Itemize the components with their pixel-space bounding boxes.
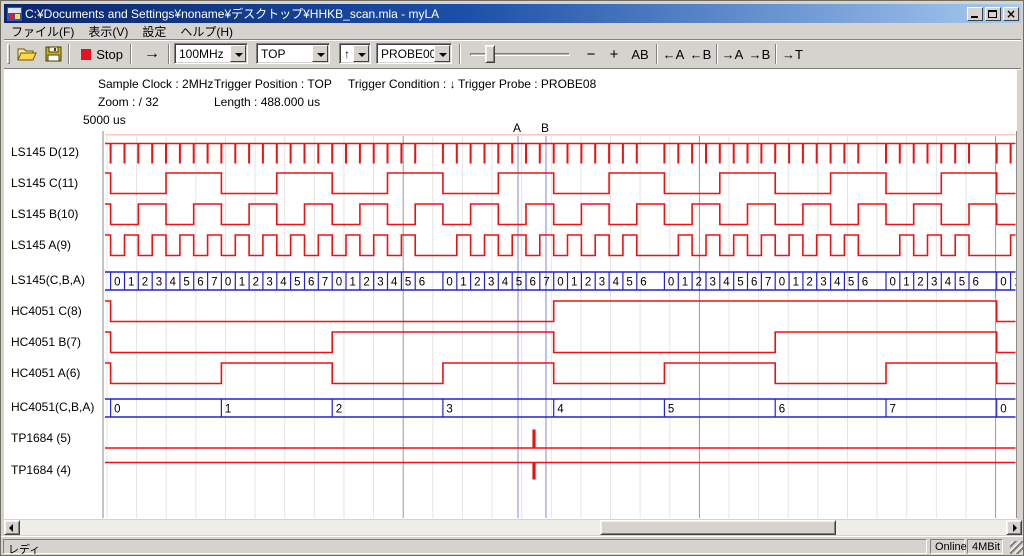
chevron-down-icon[interactable] — [230, 45, 246, 62]
menu-help[interactable]: ヘルプ(H) — [173, 22, 240, 41]
save-button[interactable] — [42, 43, 64, 65]
marker-a-label[interactable]: A — [513, 121, 521, 135]
zoom-info: Zoom : / 32 — [98, 95, 159, 109]
trigger-condition-info: Trigger Condition : ↓ — [348, 77, 456, 91]
signal-label-2[interactable]: LS145 B(10) — [11, 207, 78, 221]
stop-icon — [81, 49, 91, 60]
menu-bar: ファイル(F) 表示(V) 設定 ヘルプ(H) — [4, 23, 1021, 40]
zoom-out-button[interactable]: − — [582, 43, 600, 65]
zoom-slider-thumb[interactable] — [485, 45, 495, 63]
menu-file[interactable]: ファイル(F) — [4, 22, 81, 41]
scroll-left-button[interactable] — [4, 520, 20, 535]
app-icon — [7, 7, 22, 21]
status-message-panel: レディ — [3, 539, 927, 554]
toolbar-separator — [68, 44, 70, 64]
window-title: C:¥Documents and Settings¥noname¥デスクトップ¥… — [25, 5, 965, 22]
signal-label-3[interactable]: LS145 A(9) — [11, 238, 71, 252]
close-button[interactable]: × — [1003, 7, 1019, 21]
minimize-button[interactable] — [967, 7, 983, 21]
trigger-position-combo[interactable]: TOP — [256, 43, 330, 64]
scroll-right-button[interactable] — [1006, 520, 1022, 535]
stop-button[interactable]: Stop — [78, 43, 126, 65]
signal-label-8[interactable]: HC4051(C,B,A) — [11, 400, 94, 414]
toolbar: Stop → 100MHz TOP ↑ PROBE00 − + AB ←A ←B — [4, 41, 1021, 69]
trigger-probe-info: Trigger Probe : PROBE08 — [458, 77, 596, 91]
status-capacity-panel: 4MBit — [967, 539, 1003, 554]
app-window: C:¥Documents and Settings¥noname¥デスクトップ¥… — [0, 0, 1024, 556]
menu-view[interactable]: 表示(V) — [81, 22, 135, 41]
open-folder-icon — [17, 46, 37, 62]
goto-b-next-button[interactable]: →B — [747, 43, 772, 65]
goto-trigger-button[interactable]: →T — [780, 43, 805, 65]
signal-label-10[interactable]: TP1684 (4) — [11, 463, 71, 477]
signal-label-9[interactable]: TP1684 (5) — [11, 431, 71, 445]
arrow-left-icon — [9, 524, 13, 532]
chevron-down-icon[interactable] — [353, 45, 369, 62]
stop-label: Stop — [96, 47, 123, 62]
goto-b-prev-button[interactable]: ←B — [688, 43, 713, 65]
maximize-button[interactable] — [985, 7, 1001, 21]
signal-label-7[interactable]: HC4051 A(6) — [11, 366, 80, 380]
status-ready-text: レディ — [8, 544, 40, 556]
signal-label-6[interactable]: HC4051 B(7) — [11, 335, 81, 349]
scrollbar-thumb[interactable] — [600, 520, 836, 535]
chevron-down-icon[interactable] — [434, 45, 450, 62]
status-bar: レディ Online 4MBit — [1, 536, 1024, 554]
toolbar-separator — [168, 44, 170, 64]
time-per-div-label: 5000 us — [83, 113, 126, 127]
zoom-in-button[interactable]: + — [605, 43, 623, 65]
toolbar-separator — [459, 44, 461, 64]
trigger-position-value: TOP — [261, 47, 285, 61]
toolbar-separator — [656, 44, 658, 64]
marker-b-label[interactable]: B — [541, 121, 549, 135]
toolbar-separator — [130, 44, 132, 64]
toolbar-separator — [775, 44, 777, 64]
length-info: Length : 488.000 us — [214, 95, 320, 109]
open-button[interactable] — [16, 43, 38, 65]
signal-label-4[interactable]: LS145(C,B,A) — [11, 273, 85, 287]
sample-clock-info: Sample Clock : 2MHz — [98, 77, 213, 91]
signal-label-5[interactable]: HC4051 C(8) — [11, 304, 82, 318]
resize-grip[interactable] — [1010, 541, 1023, 554]
status-online-panel: Online — [930, 539, 965, 554]
waveform-client-area — [4, 70, 1017, 519]
goto-a-next-button[interactable]: →A — [720, 43, 745, 65]
trigger-probe-value: PROBE00 — [381, 47, 436, 61]
trigger-probe-combo[interactable]: PROBE00 — [376, 43, 452, 64]
trigger-edge-value: ↑ — [344, 47, 350, 61]
trigger-edge-combo[interactable]: ↑ — [339, 43, 371, 64]
signal-label-1[interactable]: LS145 C(11) — [11, 176, 78, 190]
trigger-position-info: Trigger Position : TOP — [214, 77, 332, 91]
title-bar[interactable]: C:¥Documents and Settings¥noname¥デスクトップ¥… — [4, 4, 1021, 23]
close-icon: × — [1004, 7, 1018, 21]
toolbar-separator — [716, 44, 718, 64]
minimize-icon — [971, 16, 978, 18]
horizontal-scrollbar[interactable] — [4, 520, 1022, 535]
run-button[interactable]: → — [138, 43, 166, 65]
signal-label-0[interactable]: LS145 D(12) — [11, 145, 79, 159]
chevron-down-icon[interactable] — [312, 45, 328, 62]
save-floppy-icon — [45, 46, 62, 62]
maximize-icon — [988, 10, 997, 18]
arrow-right-icon — [1013, 524, 1017, 532]
menu-settings[interactable]: 設定 — [135, 22, 173, 41]
sample-clock-combo[interactable]: 100MHz — [174, 43, 248, 64]
goto-a-prev-button[interactable]: ←A — [661, 43, 686, 65]
sample-clock-value: 100MHz — [179, 47, 224, 61]
ab-span-button[interactable]: AB — [628, 43, 652, 65]
toolbar-grip[interactable] — [7, 44, 10, 64]
